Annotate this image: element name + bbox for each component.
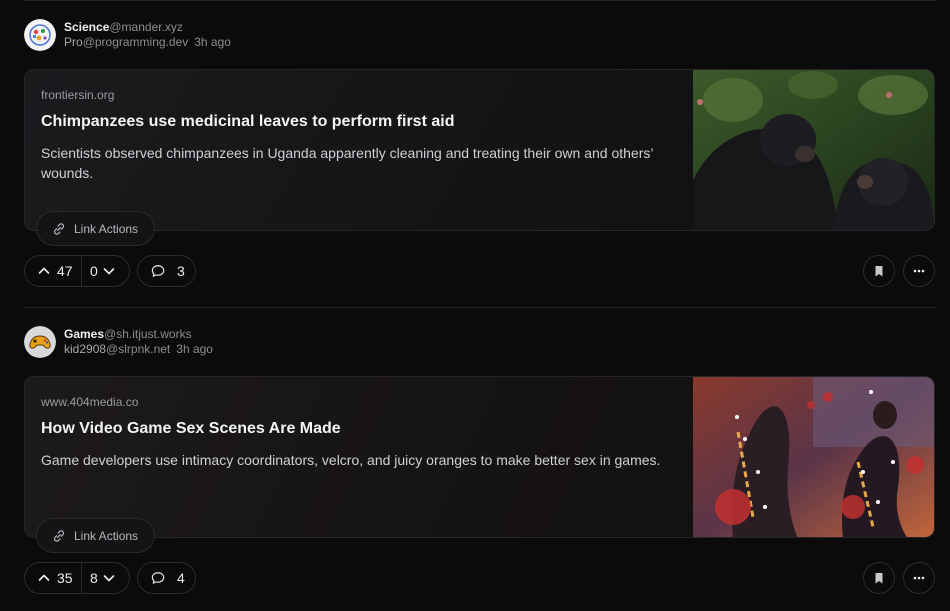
community-instance[interactable]: @sh.itjust.works — [104, 327, 192, 341]
author-name[interactable]: Pro — [64, 35, 83, 49]
bookmark-button[interactable] — [863, 255, 895, 287]
downvote-button[interactable]: 8 — [82, 563, 116, 593]
link-preview-card[interactable]: frontiersin.org Chimpanzees use medicina… — [24, 69, 935, 231]
post-thumbnail[interactable] — [693, 377, 934, 537]
link-actions-label: Link Actions — [74, 221, 139, 236]
upvote-count: 35 — [57, 570, 73, 586]
community-avatar[interactable] — [24, 326, 56, 358]
post-title[interactable]: Chimpanzees use medicinal leaves to perf… — [41, 113, 671, 131]
bookmark-icon — [875, 573, 883, 584]
post-actions: 47 0 3 — [24, 255, 936, 287]
downvote-count: 8 — [90, 570, 98, 586]
top-divider — [24, 0, 936, 1]
vote-control: 47 0 — [24, 255, 130, 287]
author-instance[interactable]: @programming.dev — [83, 35, 189, 49]
post-card: Games@sh.itjust.works kid2908@slrpnk.net… — [24, 325, 936, 595]
more-options-button[interactable] — [903, 562, 935, 594]
comments-button[interactable]: 4 — [137, 562, 196, 594]
post-description: Game developers use intimacy coordinator… — [41, 452, 661, 468]
post-meta: Science@mander.xyz Pro@programming.dev 3h… — [24, 18, 231, 52]
chevron-up-icon — [38, 574, 50, 581]
link-preview-card[interactable]: www.404media.co How Video Game Sex Scene… — [24, 376, 935, 538]
post-card: Science@mander.xyz Pro@programming.dev 3h… — [24, 18, 936, 288]
post-thumbnail[interactable] — [693, 70, 934, 230]
speech-bubble-icon — [151, 265, 165, 277]
ellipsis-icon — [913, 269, 925, 273]
link-actions-button[interactable]: Link Actions — [36, 211, 155, 246]
upvote-button[interactable]: 35 — [25, 563, 82, 593]
chevron-up-icon — [38, 267, 50, 274]
ellipsis-icon — [913, 576, 925, 580]
community-avatar[interactable] — [24, 19, 56, 51]
post-divider — [24, 307, 936, 308]
bookmark-button[interactable] — [863, 562, 895, 594]
post-actions: 35 8 4 — [24, 562, 936, 594]
post-description: Scientists observed chimpanzees in Ugand… — [41, 145, 653, 181]
link-actions-button[interactable]: Link Actions — [36, 518, 155, 553]
bookmark-icon — [875, 266, 883, 277]
downvote-count: 0 — [90, 263, 98, 279]
link-domain: frontiersin.org — [41, 88, 115, 102]
link-domain: www.404media.co — [41, 395, 139, 409]
vote-control: 35 8 — [24, 562, 130, 594]
upvote-button[interactable]: 47 — [25, 256, 82, 286]
author-name[interactable]: kid2908 — [64, 342, 106, 356]
chevron-down-icon — [103, 575, 115, 582]
comment-count: 4 — [177, 570, 185, 586]
community-name[interactable]: Science — [64, 20, 109, 34]
link-icon — [54, 529, 64, 542]
speech-bubble-icon — [151, 572, 165, 584]
downvote-button[interactable]: 0 — [82, 256, 116, 286]
community-instance[interactable]: @mander.xyz — [109, 20, 183, 34]
chevron-down-icon — [103, 268, 115, 275]
link-actions-label: Link Actions — [74, 528, 139, 543]
post-time: 3h ago — [194, 35, 231, 49]
more-options-button[interactable] — [903, 255, 935, 287]
post-meta: Games@sh.itjust.works kid2908@slrpnk.net… — [24, 325, 213, 359]
author-instance[interactable]: @slrpnk.net — [106, 342, 170, 356]
post-feed: Science@mander.xyz Pro@programming.dev 3h… — [0, 0, 950, 611]
link-icon — [54, 222, 64, 235]
upvote-count: 47 — [57, 263, 73, 279]
comment-count: 3 — [177, 263, 185, 279]
post-title[interactable]: How Video Game Sex Scenes Are Made — [41, 420, 671, 438]
community-name[interactable]: Games — [64, 327, 104, 341]
comments-button[interactable]: 3 — [137, 255, 196, 287]
post-time: 3h ago — [176, 342, 213, 356]
